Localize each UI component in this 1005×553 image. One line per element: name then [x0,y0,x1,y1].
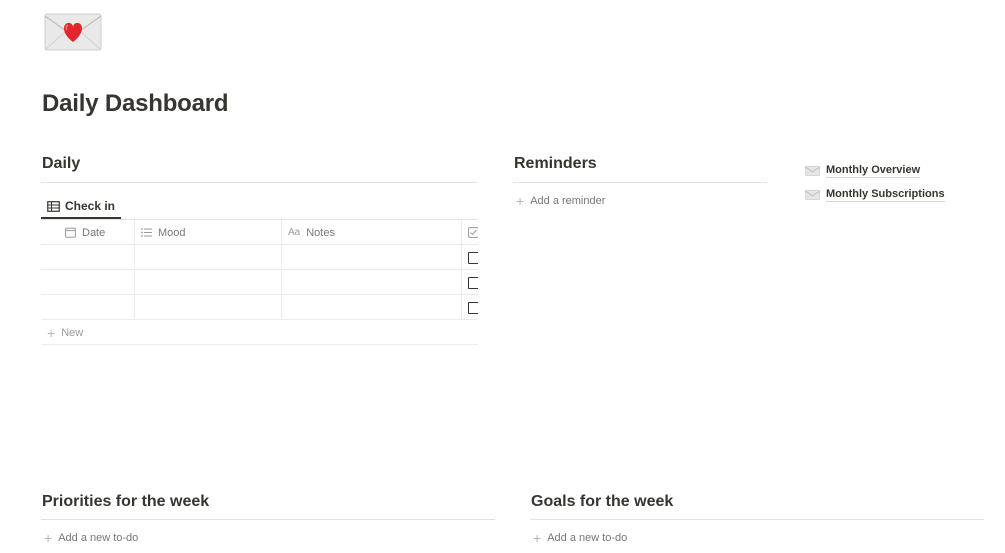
add-priority-todo-button[interactable]: + Add a new to-do [44,531,138,545]
date-cell[interactable] [41,245,135,270]
link-monthly-overview[interactable]: Monthly Overview [805,164,921,178]
add-reminder-button[interactable]: + Add a reminder [516,194,605,208]
column-header-notes[interactable]: Aa Notes [282,220,462,245]
link-label: Monthly Overview [826,164,921,178]
table-row[interactable] [41,245,478,270]
mood-cell[interactable] [135,295,282,320]
envelope-icon [805,190,820,200]
plus-icon: + [47,324,56,341]
priorities-divider [41,519,495,520]
page: Daily Dashboard Daily Check in Date Mood… [0,0,1005,553]
link-monthly-subscriptions[interactable]: Monthly Subscriptions [805,188,945,202]
date-cell[interactable] [41,295,135,320]
table-row[interactable] [41,270,478,295]
tab-check-in[interactable]: Check in [41,195,122,219]
reminders-divider [513,182,767,183]
list-icon [141,228,152,237]
row-checkbox[interactable] [468,251,478,264]
daily-divider [41,182,478,183]
checkbox-cell[interactable] [462,270,478,295]
love-letter-icon[interactable] [44,12,102,52]
table-row[interactable] [41,295,478,320]
new-row-button[interactable]: + New [41,321,478,345]
column-label-notes: Notes [306,226,335,239]
column-header-date[interactable]: Date [41,220,135,245]
priorities-heading: Priorities for the week [42,493,210,510]
notes-cell[interactable] [282,270,462,295]
row-checkbox[interactable] [468,276,478,289]
mood-cell[interactable] [135,245,282,270]
add-goal-todo-button[interactable]: + Add a new to-do [533,531,627,545]
goals-divider [530,519,984,520]
column-label-date: Date [82,226,106,239]
checkbox-cell[interactable] [462,295,478,320]
add-todo-label: Add a new to-do [58,532,139,544]
column-header-mood[interactable]: Mood [135,220,282,245]
envelope-icon [805,166,820,176]
column-header-checkbox[interactable] [462,220,478,245]
checkbox-icon [468,227,478,238]
check-in-table: Date Mood Aa Notes [41,220,478,320]
plus-icon: + [44,530,53,546]
text-icon: Aa [288,227,301,238]
notes-cell[interactable] [282,295,462,320]
column-label-mood: Mood [158,226,186,239]
add-reminder-label: Add a reminder [530,195,606,207]
plus-icon: + [533,530,542,546]
tab-label: Check in [65,199,116,213]
new-label: New [61,326,84,339]
row-checkbox[interactable] [468,301,478,314]
add-todo-label: Add a new to-do [547,532,628,544]
page-title[interactable]: Daily Dashboard [42,90,229,118]
mood-cell[interactable] [135,270,282,295]
plus-icon: + [516,193,525,209]
reminders-heading: Reminders [514,155,597,172]
notes-cell[interactable] [282,245,462,270]
daily-heading: Daily [42,155,81,172]
table-header-row: Date Mood Aa Notes [41,220,478,245]
checkbox-cell[interactable] [462,245,478,270]
link-label: Monthly Subscriptions [826,188,945,202]
calendar-icon [65,227,76,238]
goals-heading: Goals for the week [531,493,674,510]
date-cell[interactable] [41,270,135,295]
table-icon [47,200,60,212]
